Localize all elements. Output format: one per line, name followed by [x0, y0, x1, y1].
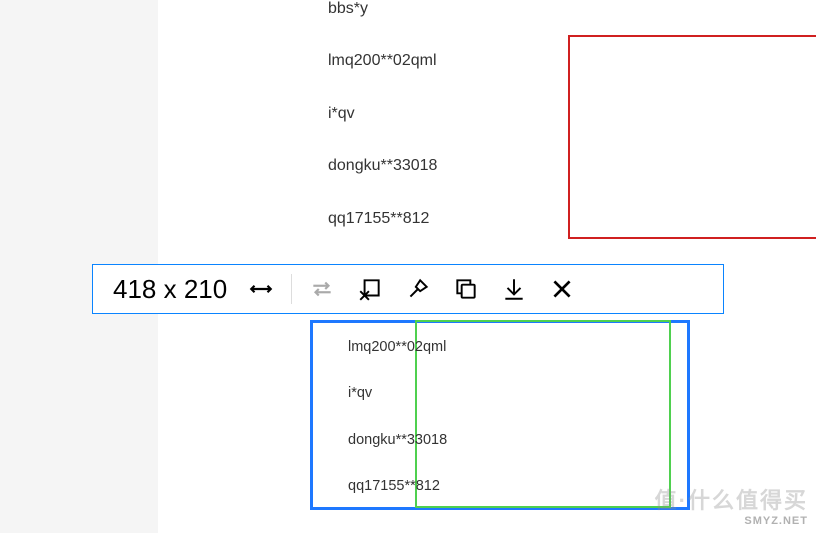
list-item: qq17155**812: [348, 476, 447, 496]
pin-icon[interactable]: [396, 267, 440, 311]
selection-rect-green[interactable]: [415, 320, 671, 508]
list-item: i*qv: [348, 383, 447, 403]
list-item: qq17155**812: [328, 208, 437, 230]
list-item: dongku**33018: [328, 155, 437, 177]
toolbar-divider: [291, 274, 292, 304]
watermark-cn: 值·什么值得买: [655, 483, 808, 515]
screenshot-toolbar: 418 x 210: [92, 264, 724, 314]
list-item: bbs*y: [328, 0, 437, 20]
watermark: 值·什么值得买 SMYZ.NET: [655, 483, 808, 527]
user-list-bottom: lmq200**02qml i*qv dongku**33018 qq17155…: [348, 337, 447, 522]
close-icon[interactable]: [540, 267, 584, 311]
resize-horizontal-icon[interactable]: [239, 267, 283, 311]
dimensions-label: 418 x 210: [103, 274, 237, 305]
download-icon[interactable]: [492, 267, 536, 311]
list-item: lmq200**02qml: [328, 50, 437, 72]
list-item: dongku**33018: [348, 430, 447, 450]
cancel-rect-icon[interactable]: [348, 267, 392, 311]
list-item: lmq200**02qml: [348, 337, 447, 357]
copy-icon[interactable]: [444, 267, 488, 311]
user-list-top: bbs*y lmq200**02qml i*qv dongku**33018 q…: [328, 0, 437, 260]
swap-icon[interactable]: [300, 267, 344, 311]
watermark-en: SMYZ.NET: [655, 515, 808, 527]
selection-rect-red[interactable]: [568, 35, 816, 239]
list-item: i*qv: [328, 103, 437, 125]
